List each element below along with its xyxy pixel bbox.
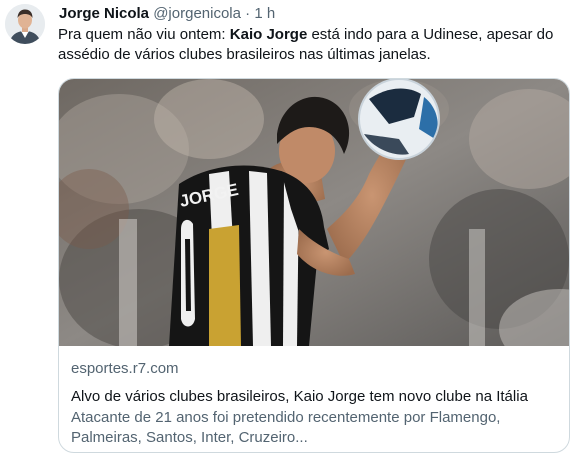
author-handle[interactable]: @jorgenicola <box>153 5 241 22</box>
avatar-image <box>5 4 45 44</box>
tweet-text-bold: Kaio Jorge <box>229 26 308 43</box>
link-card[interactable]: JORGE esportes.r7.com Alvo de vários clu… <box>58 78 570 453</box>
card-title: Alvo de vários clubes brasileiros, Kaio … <box>71 388 528 405</box>
card-meta: esportes.r7.com Alvo de vários clubes br… <box>71 359 561 448</box>
card-domain: esportes.r7.com <box>71 360 179 377</box>
avatar[interactable] <box>5 4 45 44</box>
tweet-text: Pra quem não viu ontem: Kaio Jorge está … <box>58 25 578 65</box>
tweet-text-start: Pra quem não viu ontem: <box>58 26 230 43</box>
author-name[interactable]: Jorge Nicola <box>59 5 149 22</box>
card-photo: JORGE <box>59 79 569 346</box>
card-description: Atacante de 21 anos foi pretendido recen… <box>71 409 501 446</box>
timestamp[interactable]: 1 h <box>254 5 275 22</box>
tweet[interactable]: Jorge Nicola @jorgenicola · 1 h Pra quem… <box>0 0 586 459</box>
separator-dot: · <box>245 5 251 22</box>
tweet-header: Jorge Nicola @jorgenicola · 1 h <box>59 5 275 23</box>
